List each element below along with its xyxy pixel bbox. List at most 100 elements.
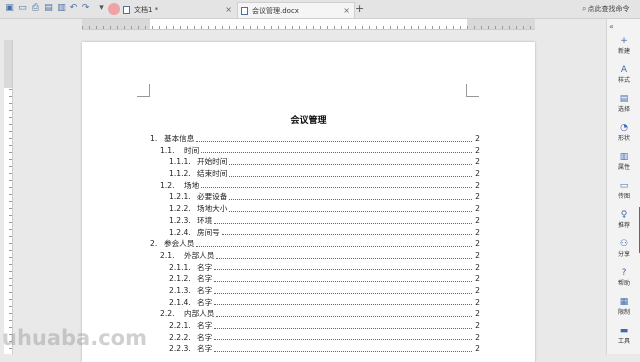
- task-pane-tools[interactable]: ▬ 工具: [607, 326, 640, 345]
- task-pane-label: 新建: [617, 48, 630, 55]
- tab-meeting-management[interactable]: 会议管理.docx ×: [237, 2, 355, 18]
- toc-entry[interactable]: 1. 基本信息 2: [150, 133, 480, 145]
- toc-entry[interactable]: 2.2.3. 名字 2: [150, 343, 480, 355]
- task-pane: « + 新建 A 样式 ▤ 选择 ◔ 形状 ▥ 属性 ▭ 传图 ♀ 推荐 ⚇ 分享 ? 帮助 ▦ 限制 ▬ 工具: [606, 19, 640, 354]
- horizontal-ruler[interactable]: [82, 19, 535, 30]
- task-pane-select[interactable]: ▤ 选择: [607, 94, 640, 113]
- document-title: 会议管理: [290, 116, 327, 126]
- toc-text: 内部人员: [184, 309, 215, 319]
- toc-label: 1. 基本信息: [150, 133, 194, 145]
- title-tab-bar: ▣ ▭ ⎙ ▤ ▥ ↶ ↷ ▾ 文档1 * × 会议管理.docx × + ⌕点…: [0, 0, 640, 19]
- avatar[interactable]: [108, 3, 120, 15]
- toc-page-number: 2: [475, 262, 480, 272]
- task-pane-properties[interactable]: ▥ 属性: [607, 152, 640, 171]
- toc-entry[interactable]: 1.1.2. 结束时间 2: [150, 168, 480, 180]
- task-pane-restrict[interactable]: ▦ 限制: [607, 297, 640, 316]
- tab-label: 文档1 *: [134, 6, 159, 14]
- restrict-icon: ▦: [619, 297, 629, 307]
- print-preview-icon[interactable]: ▤: [43, 3, 54, 14]
- vertical-scrollbar[interactable]: [598, 19, 604, 354]
- command-search[interactable]: ⌕点此查找命令: [582, 4, 629, 14]
- toc-leader: [221, 227, 472, 236]
- toc-entry[interactable]: 2.1.1. 名字 2: [150, 262, 480, 274]
- toc-leader: [216, 308, 472, 317]
- toc-entry[interactable]: 2.2.1. 名字 2: [150, 320, 480, 332]
- toc-entry[interactable]: 2.1.4. 名字 2: [150, 297, 480, 309]
- toc-text: 时间: [184, 145, 200, 155]
- toc-leader: [214, 343, 472, 353]
- task-pane-share[interactable]: ⚇ 分享: [607, 239, 640, 258]
- toc-entry[interactable]: 1.2. 场地 2: [150, 180, 480, 192]
- toc-number: 2.1.3.: [169, 285, 191, 295]
- toc-number: 2.: [150, 239, 158, 249]
- document-icon: [123, 6, 130, 14]
- toc-text: 名字: [197, 285, 213, 295]
- task-pane-help[interactable]: ? 帮助: [607, 268, 640, 287]
- open-folder-icon[interactable]: ▭: [17, 3, 28, 14]
- toc-label: 2.1.1. 名字: [169, 262, 212, 274]
- save-icon[interactable]: ▣: [4, 3, 15, 14]
- document-icon: [241, 7, 248, 15]
- toc-entry[interactable]: 1.2.4. 房间号 2: [150, 227, 480, 239]
- toc-number: 1.1.2.: [169, 169, 191, 179]
- toc-leader: [214, 297, 472, 306]
- toc-label: 1.2.1. 必要设备: [169, 191, 227, 203]
- toc-entry[interactable]: 2.1.3. 名字 2: [150, 285, 480, 297]
- task-pane-label: 限制: [617, 309, 630, 316]
- toc-page-number: 2: [475, 239, 480, 249]
- toc-entry[interactable]: 2.1.2. 名字 2: [150, 273, 480, 285]
- toc-leader: [229, 203, 472, 212]
- export-icon[interactable]: ▥: [56, 3, 67, 14]
- toc-number: 1.: [150, 134, 158, 143]
- toc-label: 2.2. 内部人员: [160, 308, 214, 320]
- toc-entry[interactable]: 1.1. 时间 2: [150, 145, 480, 157]
- redo-icon[interactable]: ↷: [80, 3, 91, 14]
- share-icon: ⚇: [619, 239, 629, 249]
- properties-icon: ▥: [619, 152, 629, 162]
- toc-text: 基本信息: [164, 134, 195, 143]
- task-pane-shape[interactable]: ◔ 形状: [607, 123, 640, 142]
- toc-text: 开始时间: [197, 157, 228, 167]
- toc-entry[interactable]: 2. 参会人员 2: [150, 238, 480, 250]
- tab-document1[interactable]: 文档1 * ×: [120, 2, 236, 18]
- dropdown-arrow-icon[interactable]: ▾: [96, 3, 107, 14]
- toc-entry[interactable]: 1.2.2. 场地大小 2: [150, 203, 480, 215]
- task-pane-recommend[interactable]: ♀ 推荐: [607, 210, 640, 229]
- task-pane-new[interactable]: + 新建: [607, 36, 640, 55]
- toc-number: 2.2.3.: [169, 344, 191, 354]
- collapse-icon[interactable]: «: [609, 22, 614, 31]
- toc-leader: [229, 191, 472, 201]
- toc-page-number: 2: [475, 134, 480, 143]
- task-pane-label: 帮助: [617, 280, 630, 287]
- toc-text: 名字: [197, 262, 213, 272]
- toc-entry[interactable]: 2.1. 外部人员 2: [150, 250, 480, 262]
- new-tab-button[interactable]: +: [355, 2, 364, 16]
- toc-label: 2.1.4. 名字: [169, 297, 212, 309]
- toc-number: 1.2.: [160, 180, 175, 190]
- toc-text: 环境: [197, 215, 213, 225]
- print-icon[interactable]: ⎙: [30, 3, 41, 14]
- toc-entry[interactable]: 2.2. 内部人员 2: [150, 308, 480, 320]
- toc-leader: [229, 156, 472, 166]
- toc-entry[interactable]: 2.2.2. 名字 2: [150, 332, 480, 344]
- undo-icon[interactable]: ↶: [68, 3, 79, 14]
- close-icon[interactable]: ×: [343, 3, 350, 19]
- toc-entry[interactable]: 1.1.1. 开始时间 2: [150, 156, 480, 168]
- toc-label: 1.2.2. 场地大小: [169, 203, 227, 215]
- toc-label: 2. 参会人员: [150, 238, 194, 250]
- toc-page-number: 2: [475, 309, 480, 319]
- document-page[interactable]: 会议管理 1. 基本信息 2 1.1. 时间 2 1.1.1. 开始时间 2 1.1.2. 结束时间…: [82, 42, 535, 362]
- toc-entry[interactable]: 1.2.1. 必要设备 2: [150, 191, 480, 203]
- table-of-contents: 1. 基本信息 2 1.1. 时间 2 1.1.1. 开始时间 2 1.1.2. 结束时间 2 1.2.…: [150, 133, 480, 355]
- margin-corner-mark: [137, 84, 150, 97]
- task-pane-upload-image[interactable]: ▭ 传图: [607, 181, 640, 200]
- upload-image-icon: ▭: [619, 181, 629, 191]
- toc-label: 1.1.1. 开始时间: [169, 156, 227, 168]
- toc-text: 名字: [197, 297, 213, 307]
- task-pane-style[interactable]: A 样式: [607, 65, 640, 84]
- close-icon[interactable]: ×: [225, 2, 232, 18]
- toc-entry[interactable]: 1.2.3. 环境 2: [150, 215, 480, 227]
- toc-leader: [196, 238, 472, 247]
- task-pane-label: 推荐: [617, 222, 630, 229]
- vertical-ruler[interactable]: [4, 40, 13, 354]
